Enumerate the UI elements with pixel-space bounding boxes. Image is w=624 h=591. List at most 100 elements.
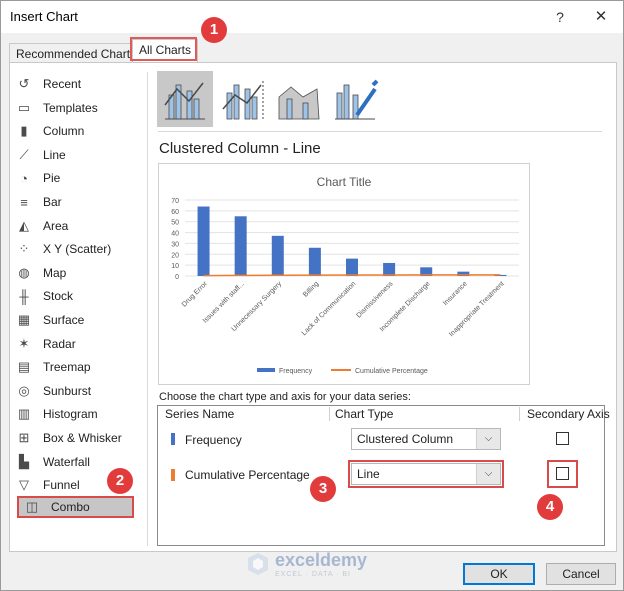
all-charts-highlight bbox=[130, 37, 197, 61]
insert-chart-dialog: Insert Chart ? ✕ Recommended Charts All … bbox=[0, 0, 624, 591]
sidebar-item-sunburst[interactable]: ◎ Sunburst bbox=[15, 380, 133, 402]
sidebar-item-pie[interactable]: ◔ Pie bbox=[15, 167, 133, 189]
clustered-column-line-icon bbox=[164, 82, 205, 120]
step-badge-2: 2 bbox=[107, 468, 133, 494]
sidebar-item-label: Pie bbox=[43, 171, 61, 186]
watermark: exceldemy EXCEL · DATA · BI bbox=[247, 549, 367, 579]
subtype-divider bbox=[158, 131, 602, 132]
sidebar-item-recent[interactable]: ↺ Recent bbox=[15, 73, 133, 95]
sidebar-item-label: Histogram bbox=[43, 407, 98, 422]
ok-button[interactable]: OK bbox=[463, 563, 535, 585]
sidebar-item-column[interactable]: ▮ Column bbox=[15, 120, 133, 142]
column-separator bbox=[329, 407, 330, 421]
chevron-down-icon[interactable]: ⌵ bbox=[476, 464, 500, 484]
scatter-chart-icon: ⁘ bbox=[18, 241, 30, 257]
sidebar-item-label: Area bbox=[43, 218, 69, 233]
chart-title: Chart Title bbox=[317, 175, 372, 189]
map-chart-icon: ◍ bbox=[18, 264, 30, 280]
y-tick-label: 20 bbox=[171, 252, 179, 259]
sidebar-item-label: Templates bbox=[43, 100, 98, 115]
x-tick-label: Billing bbox=[302, 280, 320, 298]
y-tick-label: 70 bbox=[171, 198, 179, 205]
y-tick-label: 60 bbox=[171, 209, 179, 216]
bar-frequency bbox=[308, 247, 321, 276]
y-tick-label: 10 bbox=[171, 263, 179, 270]
sidebar-item-stock[interactable]: ╫ Stock bbox=[15, 285, 133, 307]
recent-icon: ↺ bbox=[18, 76, 30, 91]
box-whisker-chart-icon: ⊞ bbox=[18, 430, 30, 445]
sidebar-item-label: Funnel bbox=[43, 478, 80, 493]
watermark-subtitle: EXCEL · DATA · BI bbox=[275, 571, 351, 578]
close-button[interactable]: ✕ bbox=[587, 5, 615, 29]
help-button[interactable]: ? bbox=[547, 5, 573, 29]
histogram-chart-icon: ▥ bbox=[17, 406, 31, 422]
x-tick-label: Insurance bbox=[442, 280, 469, 307]
chart-type-select-cumulative[interactable]: Line ⌵ bbox=[351, 463, 501, 485]
sidebar-divider bbox=[147, 72, 148, 546]
sidebar-item-line[interactable]: ⟋ Line bbox=[15, 144, 133, 166]
chevron-down-icon[interactable]: ⌵ bbox=[476, 429, 500, 449]
bar-frequency bbox=[197, 206, 210, 276]
select-value: Clustered Column bbox=[357, 432, 454, 446]
series-name-header: Series Name bbox=[165, 407, 235, 421]
legend-label-cumulative: Cumulative Percentage bbox=[355, 368, 428, 375]
funnel-chart-icon: ▽ bbox=[19, 477, 29, 493]
exceldemy-logo-icon bbox=[248, 553, 268, 575]
sidebar-item-templates[interactable]: ▭ Templates bbox=[15, 97, 133, 119]
sidebar-item-map[interactable]: ◍ Map bbox=[15, 262, 133, 284]
sunburst-chart-icon: ◎ bbox=[18, 382, 30, 398]
sidebar-item-label: Recent bbox=[43, 77, 82, 91]
select-value: Line bbox=[357, 467, 380, 481]
sidebar-item-label: Combo bbox=[51, 499, 90, 514]
chart-preview: Chart Title 0 10 20 30 40 50 60 70 Drug Error Issu… bbox=[158, 163, 530, 385]
waterfall-chart-icon: ▙ bbox=[19, 453, 29, 469]
sidebar-item-surface[interactable]: ▦ Surface bbox=[15, 309, 133, 331]
sidebar-item-combo[interactable]: ◫ Combo bbox=[17, 495, 134, 518]
secondary-axis-header: Secondary Axis bbox=[527, 407, 610, 421]
sidebar-item-treemap[interactable]: ▤ Treemap bbox=[15, 356, 133, 378]
sidebar-item-label: Stock bbox=[43, 289, 74, 304]
line-cumulative-percentage bbox=[203, 274, 501, 277]
combo-chart: Chart Title010203040506070Drug ErrorIssu… bbox=[171, 175, 519, 375]
sidebar-item-area[interactable]: ◭ Area bbox=[15, 215, 133, 237]
x-tick-label: Drug Error bbox=[181, 280, 210, 309]
bar-frequency bbox=[234, 216, 247, 276]
area-chart-icon: ◭ bbox=[19, 217, 29, 233]
series-color-swatch bbox=[171, 469, 175, 481]
sidebar-item-label: Map bbox=[43, 265, 67, 280]
step-badge-3: 3 bbox=[310, 476, 336, 502]
step-badge-4: 4 bbox=[537, 494, 563, 520]
y-tick-label: 30 bbox=[171, 241, 179, 248]
sidebar-item-histogram[interactable]: ▥ Histogram bbox=[15, 403, 133, 425]
series-config-label: Choose the chart type and axis for your … bbox=[159, 391, 411, 403]
chart-type-header: Chart Type bbox=[335, 407, 394, 421]
surface-chart-icon: ▦ bbox=[17, 312, 31, 327]
sidebar-item-radar[interactable]: ✶ Radar bbox=[15, 333, 133, 355]
chart-subtype-title: Clustered Column - Line bbox=[159, 140, 321, 157]
series-color-swatch bbox=[171, 433, 175, 445]
x-tick-label: Dismissiveness bbox=[355, 280, 394, 319]
title-bar: Insert Chart ? ✕ bbox=[1, 1, 623, 33]
subtype-stacked-area-column[interactable] bbox=[271, 71, 327, 127]
subtype-custom-combination[interactable] bbox=[327, 71, 383, 127]
cancel-button[interactable]: Cancel bbox=[546, 563, 616, 585]
line-chart-icon: ⟋ bbox=[19, 146, 29, 162]
column-chart-icon: ▮ bbox=[20, 123, 28, 139]
secondary-axis-checkbox-cumulative[interactable] bbox=[556, 467, 569, 480]
sidebar-item-label: Radar bbox=[43, 336, 76, 351]
subtype-clustered-column-line[interactable] bbox=[157, 71, 213, 127]
y-tick-label: 40 bbox=[171, 231, 179, 238]
treemap-chart-icon: ▤ bbox=[17, 359, 31, 375]
secondary-axis-checkbox-frequency[interactable] bbox=[556, 432, 569, 445]
sidebar-item-label: Column bbox=[43, 124, 85, 139]
legend-label-frequency: Frequency bbox=[279, 368, 313, 375]
sidebar-item-box-whisker[interactable]: ⊞ Box & Whisker bbox=[15, 427, 133, 449]
sidebar-item-bar[interactable]: ≡ Bar bbox=[15, 191, 133, 213]
chart-type-select-frequency[interactable]: Clustered Column ⌵ bbox=[351, 428, 501, 450]
custom-combination-icon bbox=[335, 79, 379, 120]
column-line-secondary-icon bbox=[222, 81, 264, 120]
sidebar-item-label: Waterfall bbox=[43, 454, 90, 469]
sidebar-item-label: Line bbox=[43, 147, 66, 162]
subtype-clustered-column-line-secondary[interactable] bbox=[215, 71, 271, 127]
sidebar-item-x-y-scatter[interactable]: ⁘ X Y (Scatter) bbox=[15, 238, 133, 260]
